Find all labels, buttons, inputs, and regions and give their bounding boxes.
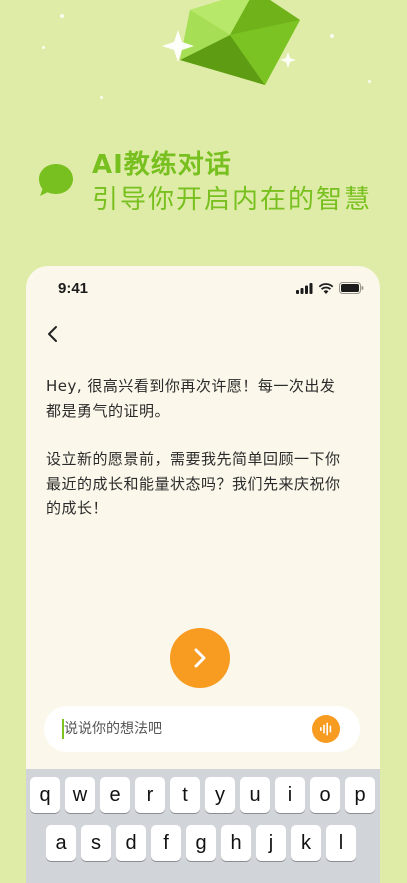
key-p[interactable]: p	[345, 777, 375, 813]
key-d[interactable]: d	[116, 825, 146, 861]
key-a[interactable]: a	[46, 825, 76, 861]
chevron-right-icon	[194, 648, 206, 668]
voice-wave-icon	[320, 722, 332, 736]
key-g[interactable]: g	[186, 825, 216, 861]
sparkle	[368, 80, 371, 83]
key-i[interactable]: i	[275, 777, 305, 813]
message-input[interactable]	[64, 706, 304, 752]
back-button[interactable]	[40, 322, 64, 346]
status-icons	[296, 282, 364, 294]
key-w[interactable]: w	[65, 777, 95, 813]
key-k[interactable]: k	[291, 825, 321, 861]
key-r[interactable]: r	[135, 777, 165, 813]
battery-icon	[339, 282, 364, 294]
keyboard: qwertyuiop asdfghjkl	[26, 769, 380, 883]
message-paragraph: Hey, 很高兴看到你再次许愿！每一次出发都是勇气的证明。	[46, 377, 336, 420]
coach-message: Hey, 很高兴看到你再次许愿！每一次出发都是勇气的证明。 设立新的愿景前，需要…	[46, 374, 346, 545]
next-button[interactable]	[170, 628, 230, 688]
sparkle	[60, 14, 64, 18]
key-o[interactable]: o	[310, 777, 340, 813]
phone-screen: 9:41 Hey, 很高兴看到你再次许愿！每一次出发都是勇气的证明。 设立新的愿…	[26, 266, 380, 883]
message-paragraph: 设立新的愿景前，需要我先简单回顾一下你最近的成长和能量状态吗？我们先来庆祝你的成…	[46, 450, 341, 517]
crystal-illustration	[162, 0, 300, 85]
sparkle	[100, 96, 103, 99]
promo-headline: AI教练对话 引导你开启内在的智慧	[36, 148, 372, 218]
voice-input-button[interactable]	[312, 715, 340, 743]
key-l[interactable]: l	[326, 825, 356, 861]
key-u[interactable]: u	[240, 777, 270, 813]
key-h[interactable]: h	[221, 825, 251, 861]
key-q[interactable]: q	[30, 777, 60, 813]
sparkle	[42, 46, 45, 49]
promo-title: AI教练对话	[92, 150, 232, 180]
chat-bubble-icon	[39, 164, 73, 196]
chevron-left-icon	[48, 326, 57, 342]
key-f[interactable]: f	[151, 825, 181, 861]
key-e[interactable]: e	[100, 777, 130, 813]
key-j[interactable]: j	[256, 825, 286, 861]
key-s[interactable]: s	[81, 825, 111, 861]
signal-icon	[296, 282, 313, 294]
sparkle	[330, 34, 334, 38]
wifi-icon	[318, 282, 334, 294]
message-composer	[44, 706, 360, 752]
key-y[interactable]: y	[205, 777, 235, 813]
status-time: 9:41	[58, 280, 89, 297]
status-bar: 9:41	[26, 278, 380, 300]
promo-subtitle: 引导你开启内在的智慧	[92, 185, 373, 215]
key-t[interactable]: t	[170, 777, 200, 813]
